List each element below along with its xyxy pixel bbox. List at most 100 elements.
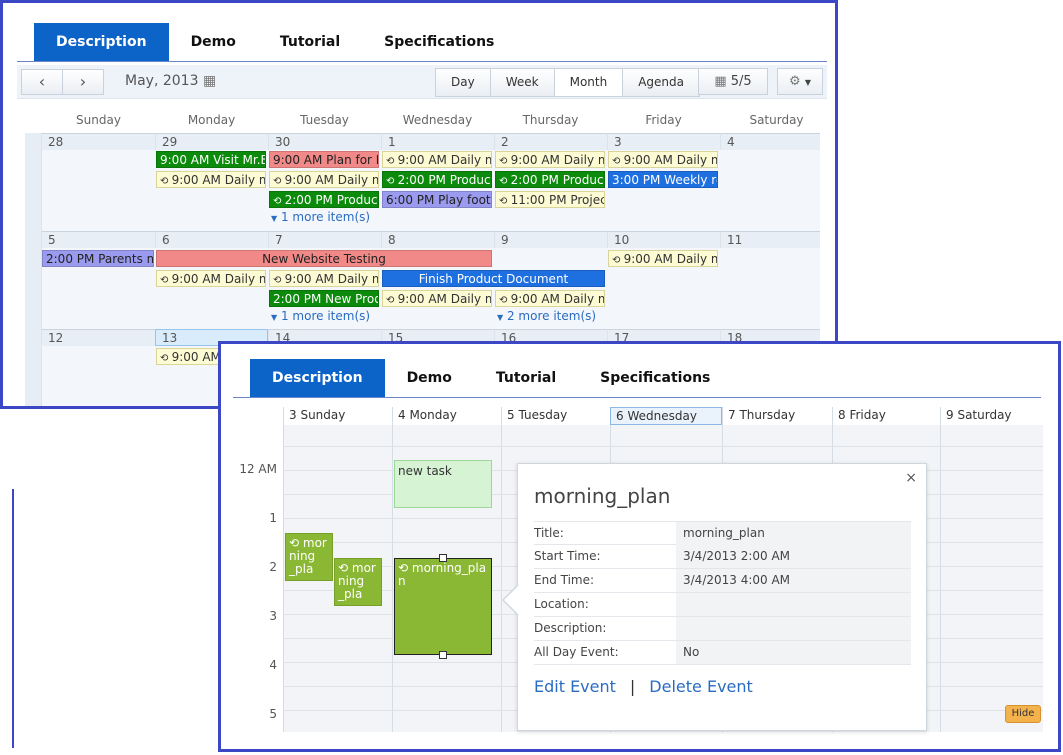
calendar-event[interactable]: ⟲ mor ning _pla (334, 558, 382, 606)
event-label: 9:00 AM Daily m (623, 153, 718, 167)
calendar-event[interactable]: ⟲ 9:00 AM Daily m (608, 250, 718, 267)
detail-label: End Time: (534, 573, 595, 587)
hide-button[interactable]: Hide (1005, 705, 1041, 723)
day-header[interactable]: 9 Saturday (940, 407, 1043, 425)
calendar-event[interactable]: ⟲ 2:00 PM Produc (269, 191, 379, 208)
event-label: 9:00 AM (171, 350, 221, 364)
day-header[interactable]: 7 Thursday (722, 407, 832, 425)
date-cell[interactable]: 3 (607, 133, 720, 150)
resize-handle-top[interactable] (439, 554, 447, 562)
gear-icon: ⚙ (789, 74, 801, 89)
tab-specifications[interactable]: Specifications (578, 359, 732, 397)
date-cell[interactable]: 29 (155, 133, 268, 150)
more-items-link[interactable]: ▼ 1 more item(s) (271, 309, 370, 323)
recurring-icon: ⟲ (386, 156, 398, 167)
more-items-link[interactable]: ▼ 2 more item(s) (497, 309, 596, 323)
next-button[interactable]: › (62, 69, 104, 95)
calendar-event[interactable]: ⟲ 9:00 AM Daily m (382, 151, 492, 168)
calendar-event[interactable]: 3:00 PM Weekly re (608, 171, 718, 188)
date-cell[interactable]: 9 (494, 231, 607, 248)
value-background (676, 617, 911, 640)
popup-title: morning_plan (534, 484, 671, 508)
day-header[interactable]: 5 Tuesday (501, 407, 610, 425)
calendar-event[interactable]: ⟲ 9:00 AM Daily m (608, 151, 718, 168)
date-cell[interactable]: 30 (268, 133, 381, 150)
prev-button[interactable]: ‹ (21, 69, 63, 95)
event-label: 9:00 AM Daily m (510, 153, 605, 167)
selected-calendar-event[interactable]: ⟲ morning_pla n (394, 558, 492, 655)
edit-event-link[interactable]: Edit Event (534, 677, 616, 696)
calendar-event[interactable]: ⟲ 9:00 AM Daily m (156, 270, 266, 287)
event-label: 9:00 AM Daily m (171, 272, 266, 286)
tab-tutorial[interactable]: Tutorial (258, 23, 362, 61)
settings-button[interactable]: ⚙ ▼ (777, 68, 823, 95)
detail-row: Start Time: 3/4/2013 2:00 AM (534, 545, 911, 569)
date-cell[interactable]: 7 (268, 231, 381, 248)
date-cell[interactable]: 5 (41, 231, 155, 248)
detail-label: Title: (534, 526, 564, 540)
recurring-icon: ⟲ (499, 295, 511, 306)
calendar-event[interactable]: Finish Product Document (382, 270, 605, 287)
tab-demo[interactable]: Demo (385, 359, 474, 397)
calendar-event[interactable]: 2:00 PM Parents m (42, 250, 154, 267)
day-header[interactable]: 3 Sunday (283, 407, 392, 425)
calendar-event[interactable]: ⟲ 11:00 PM Projec (495, 191, 605, 208)
chevron-down-icon: ▼ (497, 313, 504, 322)
day-header[interactable]: 4 Monday (392, 407, 501, 425)
tab-description[interactable]: Description (34, 23, 169, 61)
tab-tutorial[interactable]: Tutorial (474, 359, 578, 397)
calendar-event[interactable]: 2:00 PM New Produ (269, 290, 379, 307)
tab-demo[interactable]: Demo (169, 23, 258, 61)
calendar-event[interactable]: ⟲ mor ning _pla (285, 533, 333, 581)
view-agenda-button[interactable]: Agenda (623, 69, 700, 96)
calendar-event[interactable]: new task (394, 460, 492, 508)
view-day-button[interactable]: Day (436, 69, 491, 96)
tab-underline (17, 61, 827, 62)
day-header[interactable]: 8 Friday (832, 407, 940, 425)
page-indicator-button[interactable]: ▦ 5/5 (698, 68, 768, 95)
detail-label: Start Time: (534, 549, 601, 563)
calendar-event[interactable]: ⟲ 9:00 AM Daily m (269, 270, 379, 287)
event-label: 9:00 AM Daily m (397, 292, 492, 306)
detail-value: morning_plan (683, 526, 765, 540)
date-cell[interactable]: 11 (720, 231, 820, 248)
tab-description[interactable]: Description (250, 359, 385, 397)
view-month-button[interactable]: Month (554, 69, 624, 96)
calendar-event[interactable]: ⟲ 2:00 PM Product (382, 171, 492, 188)
day-header-friday: Friday (645, 113, 682, 127)
calendar-event[interactable]: 9:00 AM Plan for It (269, 151, 379, 168)
calendar-toolbar: ‹ › May, 2013 ▦ Day Week Month Agenda ▦ … (17, 65, 827, 99)
calendar-event[interactable]: ⟲ 9:00 AM Daily m (495, 151, 605, 168)
resize-handle-bottom[interactable] (439, 651, 447, 659)
date-cell[interactable]: 10 (607, 231, 720, 248)
view-week-button[interactable]: Week (490, 69, 555, 96)
tab-specifications[interactable]: Specifications (362, 23, 516, 61)
value-background (676, 593, 911, 616)
calendar-event[interactable]: ⟲ 9:00 AM Daily m (495, 290, 605, 307)
calendar-event[interactable]: ⟲ 9:00 AM Daily m (156, 171, 266, 188)
day-header-today[interactable]: 6 Wednesday (610, 407, 722, 425)
day-header-saturday: Saturday (749, 113, 804, 127)
recurring-icon: ⟲ (160, 176, 172, 187)
calendar-event[interactable]: 6:00 PM Play footb (382, 191, 492, 208)
delete-event-link[interactable]: Delete Event (649, 677, 753, 696)
calendar-event[interactable]: ⟲ 9:00 AM Daily m (382, 290, 492, 307)
detail-row: Location: (534, 593, 911, 617)
more-items-link[interactable]: ▼ 1 more item(s) (271, 210, 370, 224)
recurring-icon: ⟲ (273, 196, 285, 207)
date-cell[interactable]: 1 (381, 133, 494, 150)
calendar-event[interactable]: ⟲ 2:00 PM Produc (495, 171, 605, 188)
calendar-event[interactable]: New Website Testing (156, 250, 492, 267)
close-icon[interactable]: × (905, 470, 917, 486)
date-cell[interactable]: 28 (41, 133, 155, 150)
recurring-icon: ⟲ (273, 275, 285, 286)
calendar-event[interactable]: 9:00 AM Visit Mr.Br (156, 151, 266, 168)
date-cell[interactable]: 12 (41, 329, 155, 346)
date-cell[interactable]: 8 (381, 231, 494, 248)
date-cell[interactable]: 4 (720, 133, 820, 150)
calendar-event[interactable]: ⟲ 9:00 AM Daily m (269, 171, 379, 188)
date-cell[interactable]: 2 (494, 133, 607, 150)
date-title-text: May, 2013 (125, 73, 199, 89)
date-title[interactable]: May, 2013 ▦ (125, 73, 216, 89)
date-cell[interactable]: 6 (155, 231, 268, 248)
